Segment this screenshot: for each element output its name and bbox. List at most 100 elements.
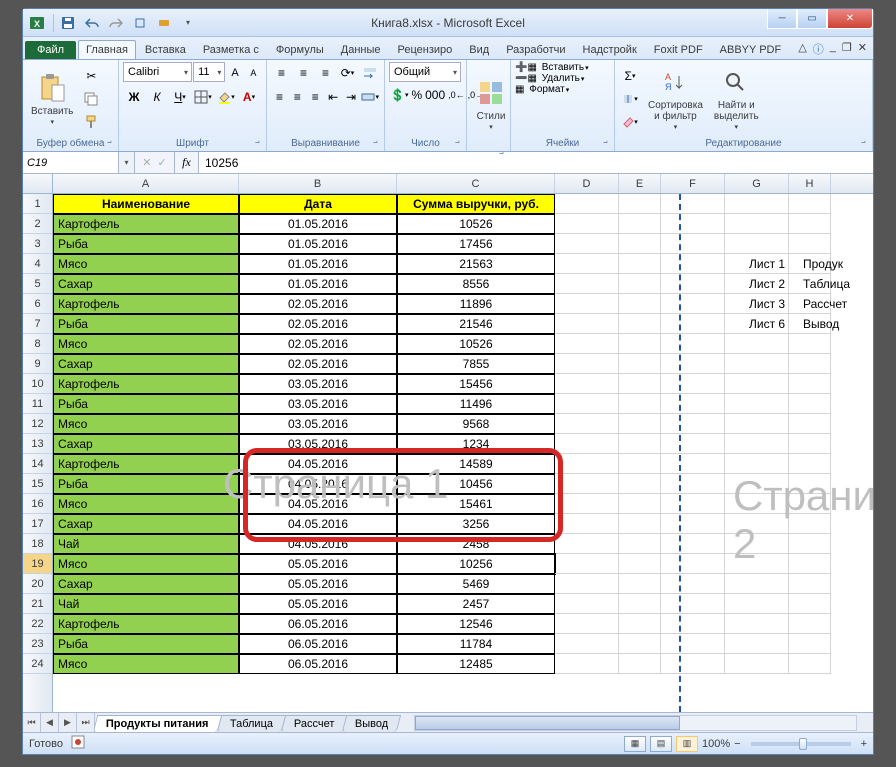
cell[interactable]: 05.05.2016: [239, 594, 397, 614]
cell[interactable]: [661, 554, 725, 574]
cell[interactable]: 15456: [397, 374, 555, 394]
cell[interactable]: Наименование: [53, 194, 239, 214]
cell[interactable]: [555, 594, 619, 614]
merge-icon[interactable]: ▾: [360, 86, 380, 108]
cell[interactable]: [661, 374, 725, 394]
cell[interactable]: 04.05.2016: [239, 494, 397, 514]
cell[interactable]: [661, 294, 725, 314]
cell[interactable]: 11496: [397, 394, 555, 414]
cell[interactable]: [661, 234, 725, 254]
cell[interactable]: Картофель: [53, 294, 239, 314]
align-left-icon[interactable]: ≡: [271, 86, 288, 108]
cell[interactable]: [789, 234, 831, 254]
cell[interactable]: 03.05.2016: [239, 374, 397, 394]
cell[interactable]: [661, 534, 725, 554]
cell[interactable]: Мясо: [53, 494, 239, 514]
cell[interactable]: [725, 574, 789, 594]
row-header[interactable]: 17: [23, 514, 52, 534]
row-header[interactable]: 8: [23, 334, 52, 354]
cell[interactable]: 10456: [397, 474, 555, 494]
cell[interactable]: [789, 334, 831, 354]
ribbon-tab[interactable]: Надстройк: [575, 40, 645, 59]
cell[interactable]: [725, 594, 789, 614]
sheet-tab[interactable]: Таблица: [216, 715, 286, 732]
cell[interactable]: [619, 574, 661, 594]
column-header[interactable]: E: [619, 174, 661, 193]
cell[interactable]: 21563: [397, 254, 555, 274]
mdi-restore-icon[interactable]: ❐: [842, 41, 852, 57]
cell[interactable]: 04.05.2016: [239, 534, 397, 554]
wrap-text-icon[interactable]: [359, 62, 380, 84]
cell[interactable]: [619, 594, 661, 614]
row-header[interactable]: 16: [23, 494, 52, 514]
cell[interactable]: [789, 634, 831, 654]
row-header[interactable]: 2: [23, 214, 52, 234]
cell[interactable]: [619, 374, 661, 394]
cell[interactable]: [725, 454, 789, 474]
tab-nav-first-icon[interactable]: ⏮: [23, 713, 41, 732]
cell[interactable]: 04.05.2016: [239, 514, 397, 534]
cell[interactable]: [619, 414, 661, 434]
tab-nav-prev-icon[interactable]: ◀: [41, 713, 59, 732]
formula-input[interactable]: [199, 152, 873, 173]
sheet-tab[interactable]: Продукты питания: [93, 715, 222, 732]
row-header[interactable]: 10: [23, 374, 52, 394]
mdi-minimize-icon[interactable]: _: [830, 41, 836, 57]
cell[interactable]: 02.05.2016: [239, 294, 397, 314]
sort-filter-button[interactable]: АЯ Сортировка и фильтр▾: [644, 64, 707, 134]
cell[interactable]: [789, 454, 831, 474]
ribbon-tab[interactable]: Вставка: [137, 40, 194, 59]
cell[interactable]: [789, 214, 831, 234]
cell[interactable]: 11784: [397, 634, 555, 654]
close-button[interactable]: ✕: [827, 9, 873, 29]
cell[interactable]: [619, 534, 661, 554]
increase-decimal-icon[interactable]: ,0←: [447, 84, 466, 106]
ribbon-tab[interactable]: Вид: [461, 40, 497, 59]
row-header[interactable]: 12: [23, 414, 52, 434]
cell[interactable]: [661, 434, 725, 454]
cell[interactable]: Сахар: [53, 354, 239, 374]
cell[interactable]: Дата: [239, 194, 397, 214]
cell[interactable]: [619, 514, 661, 534]
cell[interactable]: 06.05.2016: [239, 634, 397, 654]
cell[interactable]: [555, 474, 619, 494]
format-cells-icon[interactable]: ▦: [515, 84, 524, 95]
zoom-slider[interactable]: [751, 742, 851, 746]
cell[interactable]: [555, 634, 619, 654]
undo-icon[interactable]: [82, 13, 102, 33]
cell[interactable]: 01.05.2016: [239, 254, 397, 274]
cell[interactable]: 11896: [397, 294, 555, 314]
cell[interactable]: [619, 454, 661, 474]
row-header[interactable]: 4: [23, 254, 52, 274]
cells-area[interactable]: Страница 1 Страница 2 Лист 1ПродукЛист 2…: [53, 194, 831, 712]
cell[interactable]: 01.05.2016: [239, 274, 397, 294]
cell[interactable]: [661, 254, 725, 274]
cell[interactable]: 15461: [397, 494, 555, 514]
cell[interactable]: 03.05.2016: [239, 434, 397, 454]
cell[interactable]: [619, 314, 661, 334]
insert-cells-icon[interactable]: ➕▦: [515, 62, 537, 73]
cell[interactable]: 01.05.2016: [239, 234, 397, 254]
cell[interactable]: [661, 454, 725, 474]
name-box[interactable]: [23, 152, 119, 173]
zoom-in-icon[interactable]: +: [861, 738, 867, 750]
cell[interactable]: [619, 394, 661, 414]
row-header[interactable]: 1: [23, 194, 52, 214]
cell[interactable]: [789, 474, 831, 494]
italic-icon[interactable]: К: [146, 86, 168, 108]
cell[interactable]: [555, 534, 619, 554]
ribbon-tab[interactable]: Разметка с: [195, 40, 267, 59]
sheet-tab[interactable]: Рассчет: [280, 715, 347, 732]
find-select-button[interactable]: Найти и выделить▾: [710, 64, 763, 134]
help-icon[interactable]: ⓘ: [813, 41, 824, 57]
save-icon[interactable]: [58, 13, 78, 33]
cut-icon[interactable]: ✂: [80, 65, 102, 87]
cell[interactable]: [789, 554, 831, 574]
cell[interactable]: [789, 494, 831, 514]
cell[interactable]: [555, 314, 619, 334]
comma-icon[interactable]: 000: [424, 84, 446, 106]
cell[interactable]: Рыба: [53, 234, 239, 254]
cell[interactable]: Сумма выручки, руб.: [397, 194, 555, 214]
cell[interactable]: [725, 334, 789, 354]
row-header[interactable]: 18: [23, 534, 52, 554]
